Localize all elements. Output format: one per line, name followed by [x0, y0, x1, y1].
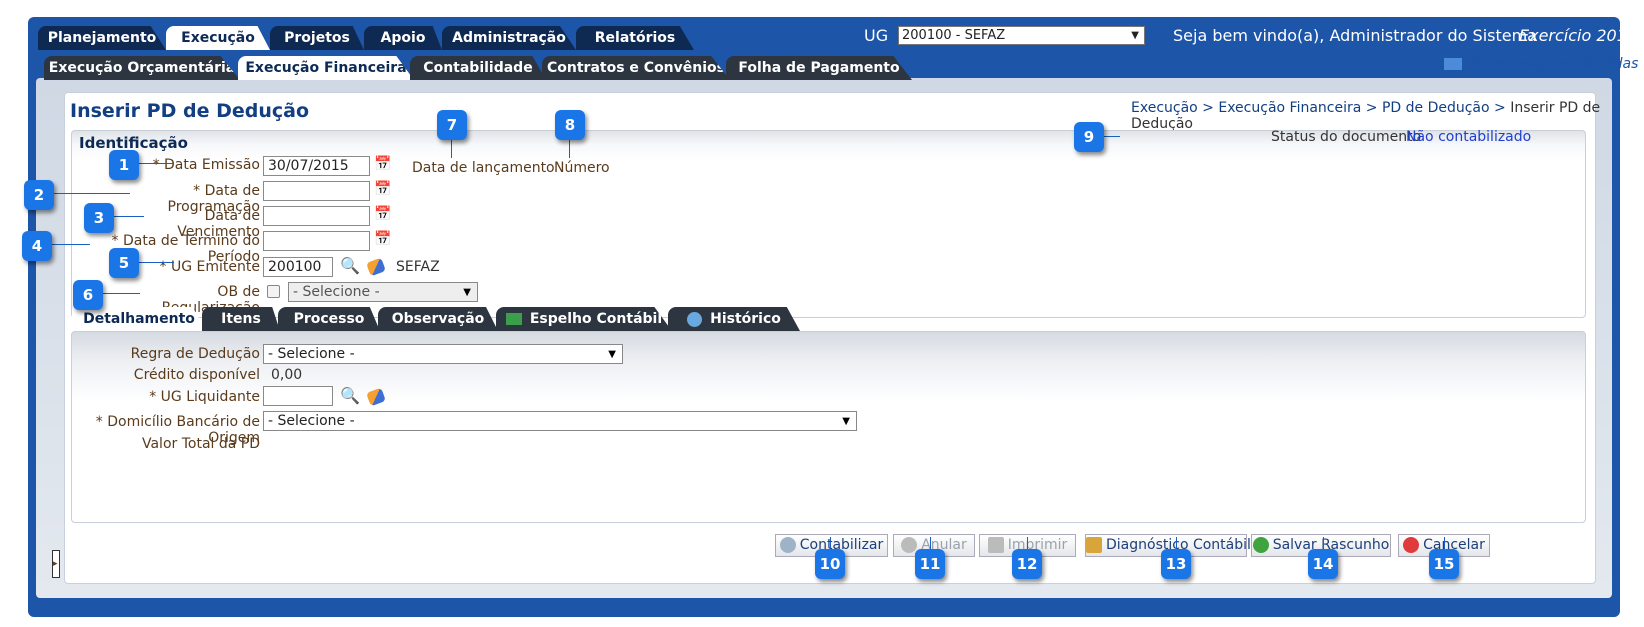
messages-text: 39 mensagens não lidas: [1468, 56, 1639, 72]
marker-5: 5: [109, 248, 139, 278]
valor-total-label: Valor Total da PD: [141, 436, 260, 452]
connector-line: [52, 193, 130, 194]
tab-espelho-label: Espelho Contábil: [529, 311, 663, 327]
ob-regularizacao-select[interactable]: - Selecione - ▼: [288, 282, 478, 302]
marker-9: 9: [1074, 122, 1104, 152]
calendar-icon[interactable]: 📅: [374, 206, 392, 224]
cancel-icon: [1403, 537, 1420, 553]
ug-liquidante-input[interactable]: [263, 386, 333, 406]
tab-apoio[interactable]: Apoio: [364, 26, 442, 50]
ug-select[interactable]: 200100 - SEFAZ ▼: [898, 26, 1145, 45]
gavel-icon: [901, 537, 918, 553]
data-termino-input[interactable]: [263, 231, 370, 251]
printer-icon: [987, 537, 1004, 553]
tab-administracao[interactable]: Administração: [442, 26, 576, 50]
calendar-icon[interactable]: 📅: [374, 181, 392, 199]
marker-2: 2: [24, 180, 54, 210]
data-emissao-input[interactable]: 30/07/2015: [263, 156, 370, 176]
numero-label: Número: [554, 160, 610, 176]
tab-itens[interactable]: Itens: [202, 307, 280, 331]
ug-select-value: 200100 - SEFAZ: [902, 28, 1006, 43]
tab-espelho-contabil[interactable]: Espelho Contábil: [496, 307, 672, 331]
subtab-contabilidade[interactable]: Contabilidade: [410, 56, 546, 80]
welcome-text: Seja bem vindo(a), Administrador do Sist…: [1173, 26, 1537, 45]
messages-link[interactable]: 39 mensagens não lidas: [1444, 56, 1638, 72]
status-label: Status do documento: [1271, 129, 1422, 145]
tab-processo[interactable]: Processo: [278, 307, 380, 331]
marker-14: 14: [1308, 549, 1338, 579]
ug-emitente-input[interactable]: 200100: [263, 257, 333, 277]
tab-historico-label: Histórico: [710, 311, 781, 327]
marker-4: 4: [22, 231, 52, 261]
marker-10: 10: [815, 549, 845, 579]
calendar-icon[interactable]: 📅: [374, 156, 392, 174]
subtab-folha[interactable]: Folha de Pagamento: [726, 56, 912, 80]
search-icon[interactable]: 🔍: [340, 386, 360, 405]
marker-12: 12: [1012, 549, 1042, 579]
dropdown-arrow-icon: ▼: [463, 287, 471, 298]
search-icon[interactable]: 🔍: [340, 256, 360, 275]
regra-deducao-label: Regra de Dedução: [130, 346, 260, 362]
marker-8: 8: [555, 110, 585, 140]
marker-7: 7: [437, 110, 467, 140]
subtab-execucao-financeira[interactable]: Execução Financeira: [238, 56, 414, 80]
data-programacao-input[interactable]: [263, 181, 370, 201]
diagnostic-icon: [1086, 537, 1102, 553]
subtab-contratos[interactable]: Contratos e Convênios: [542, 56, 730, 80]
connector-line: [138, 163, 174, 164]
data-lancamento-label: Data de lançamento: [412, 160, 555, 176]
dropdown-arrow-icon: ▼: [608, 349, 616, 360]
credito-disponivel-value: 0,00: [271, 367, 303, 383]
tab-planejamento[interactable]: Planejamento: [38, 26, 166, 50]
data-vencimento-input[interactable]: [263, 206, 370, 226]
regra-deducao-select[interactable]: - Selecione - ▼: [263, 344, 623, 364]
marker-15: 15: [1429, 549, 1459, 579]
dropdown-arrow-icon: ▼: [1131, 30, 1139, 41]
ug-liquidante-label: * UG Liquidante: [149, 389, 260, 405]
connector-line: [138, 262, 174, 263]
status-value: Não contabilizado: [1406, 129, 1532, 145]
domicilio-bancario-select[interactable]: - Selecione - ▼: [263, 411, 857, 431]
connector-line: [112, 216, 144, 217]
tab-execucao[interactable]: Execução: [166, 26, 270, 50]
regra-select-value: - Selecione -: [268, 346, 355, 362]
ug-emitente-name: SEFAZ: [396, 259, 440, 275]
connector-line: [100, 293, 140, 294]
calendar-icon[interactable]: 📅: [374, 231, 392, 249]
marker-13: 13: [1161, 549, 1191, 579]
tab-detalhamento[interactable]: Detalhamento: [72, 307, 206, 331]
marker-6: 6: [73, 280, 103, 310]
credito-disponivel-label: Crédito disponível: [133, 367, 260, 383]
check-icon: [1252, 537, 1269, 553]
history-icon: [687, 311, 703, 327]
marker-1: 1: [109, 150, 139, 180]
marker-11: 11: [915, 549, 945, 579]
ob-select-value: - Selecione -: [293, 284, 380, 300]
domicilio-select-value: - Selecione -: [268, 413, 355, 429]
connector-line: [50, 244, 90, 245]
collapse-handle[interactable]: ▸: [52, 550, 60, 578]
tab-historico[interactable]: Histórico: [668, 307, 800, 331]
breadcrumb-path[interactable]: Execução > Execução Financeira > PD de D…: [1131, 100, 1510, 116]
tab-observacao[interactable]: Observação: [378, 307, 498, 331]
tab-projetos[interactable]: Projetos: [270, 26, 364, 50]
breadcrumb: Execução > Execução Financeira > PD de D…: [1131, 100, 1644, 132]
subtab-execucao-orcamentaria[interactable]: Execução Orçamentária: [44, 56, 240, 80]
dropdown-arrow-icon: ▼: [842, 416, 850, 427]
marker-3: 3: [84, 203, 114, 233]
page-title: Inserir PD de Dedução: [70, 100, 309, 122]
gears-icon: [779, 537, 796, 553]
table-icon: [505, 313, 522, 325]
ob-regularizacao-checkbox[interactable]: [267, 285, 280, 298]
envelope-icon: [1444, 58, 1462, 70]
data-emissao-label: * Data Emissão: [152, 157, 260, 173]
tab-relatorios[interactable]: Relatórios: [576, 26, 694, 50]
ug-label: UG: [864, 26, 889, 45]
exercicio-text: Exercício 2015: [1519, 26, 1638, 45]
